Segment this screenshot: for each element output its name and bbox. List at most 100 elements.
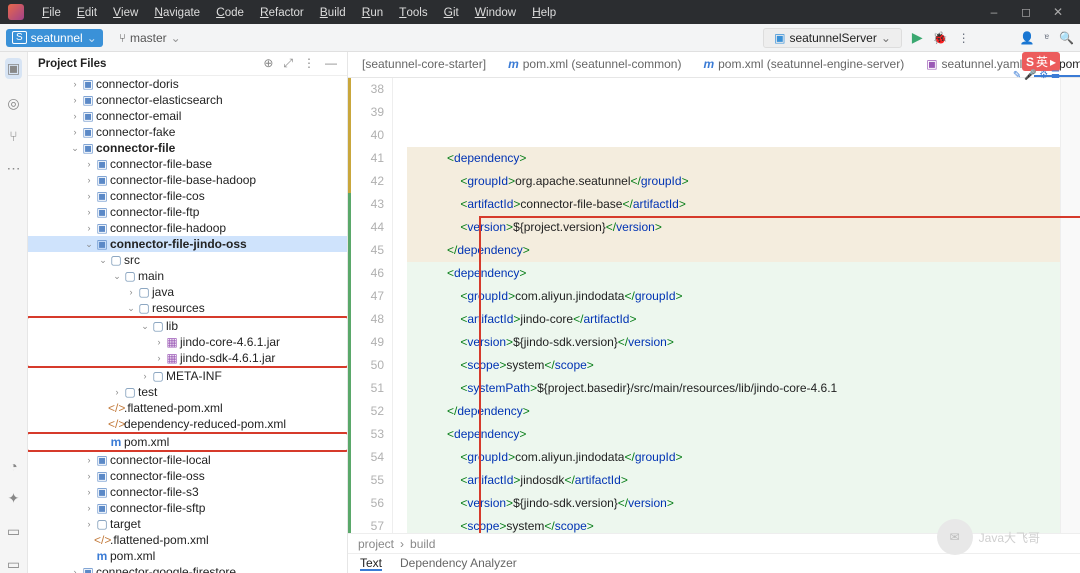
editor-tab[interactable]: mpom.xml (seatunnel-common) xyxy=(498,53,691,77)
tree-row[interactable]: ›▣ connector-file-ftp xyxy=(28,204,347,220)
menu-edit[interactable]: Edit xyxy=(69,3,105,21)
debug-button[interactable]: 🐞 xyxy=(933,31,948,45)
code-body[interactable]: <dependency> <groupId>org.apache.seatunn… xyxy=(393,78,1060,533)
more-actions-button[interactable]: ⋮ xyxy=(958,31,970,45)
code-line[interactable]: <artifactId>jindosdk</artifactId> xyxy=(407,469,1060,492)
expand-all-button[interactable]: ⤢ xyxy=(283,56,293,71)
tab-text[interactable]: Text xyxy=(360,556,382,571)
tree-row[interactable]: ›▣ connector-elasticsearch xyxy=(28,92,347,108)
menu-build[interactable]: Build xyxy=(312,3,354,21)
tree-twisty-icon[interactable]: › xyxy=(154,337,164,347)
menu-git[interactable]: Git xyxy=(436,3,467,21)
commit-tool-button[interactable]: ◎ xyxy=(7,95,19,112)
tree-row[interactable]: m pom.xml xyxy=(28,548,347,564)
tree-row[interactable]: ›▣ connector-file-cos xyxy=(28,188,347,204)
code-line[interactable]: <dependency> xyxy=(407,423,1060,446)
tree-twisty-icon[interactable]: › xyxy=(70,95,80,105)
editor-scrollbar[interactable] xyxy=(1060,78,1080,533)
tree-twisty-icon[interactable]: › xyxy=(154,353,164,363)
code-line[interactable]: <dependency> xyxy=(407,262,1060,285)
editor-tab[interactable]: [seatunnel-core-starter] xyxy=(352,53,496,77)
tree-row[interactable]: m pom.xml xyxy=(28,434,347,450)
menu-refactor[interactable]: Refactor xyxy=(252,3,312,21)
tree-twisty-icon[interactable]: › xyxy=(84,175,94,185)
tree-row[interactable]: </> dependency-reduced-pom.xml xyxy=(28,416,347,432)
code-line[interactable]: </dependency> xyxy=(407,400,1060,423)
tree-row[interactable]: ›▣ connector-file-base xyxy=(28,156,347,172)
tree-twisty-icon[interactable]: › xyxy=(126,287,136,297)
breadcrumb[interactable]: project›build xyxy=(348,533,1080,553)
code-line[interactable]: <scope>system</scope> xyxy=(407,354,1060,377)
menu-window[interactable]: Window xyxy=(467,3,524,21)
code-line[interactable]: <artifactId>connector-file-base</artifac… xyxy=(407,193,1060,216)
ide-updates-icon[interactable]: ᵄ xyxy=(1045,31,1049,45)
tree-twisty-icon[interactable]: › xyxy=(140,371,150,381)
tree-twisty-icon[interactable]: › xyxy=(84,207,94,217)
tree-row[interactable]: ›▣ connector-file-oss xyxy=(28,468,347,484)
code-line[interactable]: <systemPath>${project.basedir}/src/main/… xyxy=(407,377,1060,400)
tree-row[interactable]: ›▣ connector-google-firestore xyxy=(28,564,347,573)
tree-row[interactable]: ›▢ META-INF xyxy=(28,368,347,384)
tree-twisty-icon[interactable]: › xyxy=(70,567,80,573)
tree-twisty-icon[interactable]: › xyxy=(84,223,94,233)
code-line[interactable]: <version>${jindo-sdk.version}</version> xyxy=(407,331,1060,354)
tab-dependency-analyzer[interactable]: Dependency Analyzer xyxy=(400,556,517,571)
tree-twisty-icon[interactable]: ⌄ xyxy=(126,303,136,314)
tree-row[interactable]: ›▢ java xyxy=(28,284,347,300)
tree-row[interactable]: ›▦ jindo-core-4.6.1.jar xyxy=(28,334,347,350)
tree-row[interactable]: ⌄▣ connector-file xyxy=(28,140,347,156)
menu-run[interactable]: Run xyxy=(354,3,391,21)
tree-row[interactable]: ⌄▢ src xyxy=(28,252,347,268)
collapse-all-button[interactable]: ⋮ xyxy=(303,56,315,71)
code-line[interactable]: <dependency> xyxy=(407,147,1060,170)
ime-indicator[interactable]: S英▸ xyxy=(1022,52,1060,71)
tree-row[interactable]: ⌄▢ lib xyxy=(28,318,347,334)
tree-twisty-icon[interactable]: › xyxy=(112,387,122,397)
tree-twisty-icon[interactable]: ⌄ xyxy=(70,143,80,154)
tree-row[interactable]: ›▣ connector-file-s3 xyxy=(28,484,347,500)
code-line[interactable]: <version>${jindo-sdk.version}</version> xyxy=(407,492,1060,515)
code-line[interactable]: <groupId>com.aliyun.jindodata</groupId> xyxy=(407,446,1060,469)
tree-row[interactable]: ›▣ connector-file-sftp xyxy=(28,500,347,516)
tree-row[interactable]: ⌄▣ connector-file-jindo-oss xyxy=(28,236,347,252)
tree-row[interactable]: ›▣ connector-file-base-hadoop xyxy=(28,172,347,188)
code-line[interactable]: <groupId>org.apache.seatunnel</groupId> xyxy=(407,170,1060,193)
menu-view[interactable]: View xyxy=(105,3,146,21)
tree-twisty-icon[interactable]: › xyxy=(84,487,94,497)
tree-twisty-icon[interactable]: › xyxy=(70,111,80,121)
tree-twisty-icon[interactable]: › xyxy=(84,471,94,481)
tree-row[interactable]: ›▣ connector-doris xyxy=(28,76,347,92)
code-line[interactable]: <version>${project.version}</version> xyxy=(407,216,1060,239)
close-button[interactable]: ✕ xyxy=(1044,5,1072,19)
tree-row[interactable]: ⌄▢ main xyxy=(28,268,347,284)
run-button[interactable]: ▶ xyxy=(912,29,923,46)
tree-row[interactable]: ›▢ target xyxy=(28,516,347,532)
tree-row[interactable]: ›▢ test xyxy=(28,384,347,400)
hide-panel-button[interactable]: — xyxy=(325,56,337,71)
tree-twisty-icon[interactable]: › xyxy=(70,127,80,137)
run-configuration[interactable]: ▣seatunnelServer⌄ xyxy=(763,28,902,48)
menu-help[interactable]: Help xyxy=(524,3,564,21)
bookmarks-tool-button[interactable]: ✦ xyxy=(8,490,20,507)
tree-twisty-icon[interactable]: › xyxy=(70,79,80,89)
project-tree[interactable]: ›▣ connector-doris›▣ connector-elasticse… xyxy=(28,76,347,573)
tree-twisty-icon[interactable]: › xyxy=(84,519,94,529)
project-selector[interactable]: Sseatunnel⌄ xyxy=(6,29,103,47)
editor-tab[interactable]: mpom.xml (seatunnel-engine-server) xyxy=(693,53,914,77)
structure-tool-button[interactable]: ⋯ xyxy=(7,160,21,177)
code-line[interactable]: <groupId>com.aliyun.jindodata</groupId> xyxy=(407,285,1060,308)
menu-navigate[interactable]: Navigate xyxy=(146,3,208,21)
maximize-button[interactable]: ◻ xyxy=(1012,5,1040,19)
menu-tools[interactable]: Tools xyxy=(391,3,435,21)
menu-file[interactable]: File xyxy=(34,3,69,21)
terminal-tool-button[interactable]: ▭ xyxy=(7,556,20,573)
code-line[interactable]: <scope>system</scope> xyxy=(407,515,1060,533)
tree-row[interactable]: ⌄▢ resources xyxy=(28,300,347,316)
tree-row[interactable]: ›▣ connector-email xyxy=(28,108,347,124)
tree-row[interactable]: </> .flattened-pom.xml xyxy=(28,532,347,548)
tree-row[interactable]: ›▣ connector-file-local xyxy=(28,452,347,468)
code-line[interactable]: <artifactId>jindo-core</artifactId> xyxy=(407,308,1060,331)
search-everywhere-button[interactable]: 🔍 xyxy=(1059,31,1074,45)
problems-tool-button[interactable]: ▭ xyxy=(7,523,20,540)
vcs-branch[interactable]: ⑂master⌄ xyxy=(113,29,187,47)
